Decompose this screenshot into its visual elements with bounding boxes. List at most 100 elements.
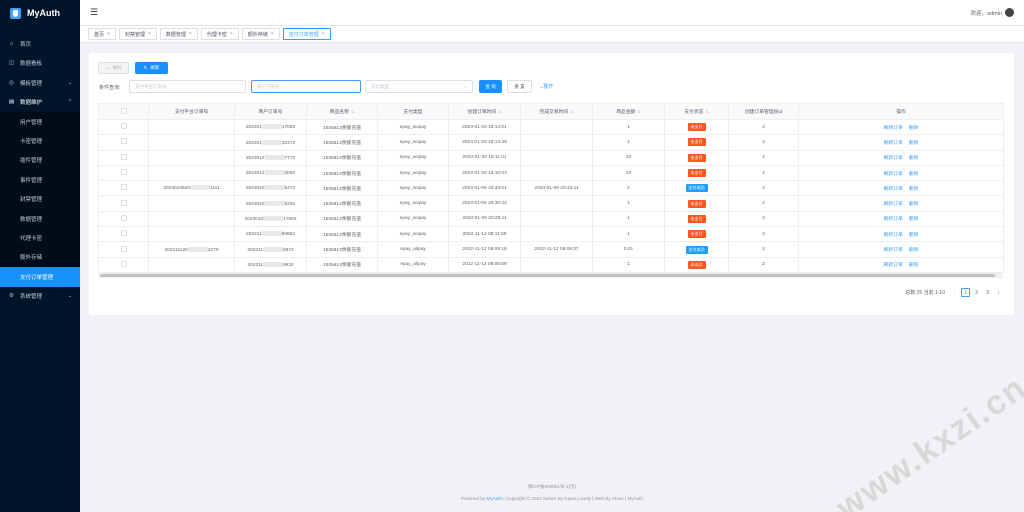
sidebar-item-plugins[interactable]: 插件管理: [0, 151, 80, 170]
menu-fold-icon[interactable]: ☰: [90, 7, 98, 18]
table-row[interactable]: 2023010 9292 1935613余额充值 epay_wxpay 2023-…: [98, 195, 1004, 212]
sort-icon[interactable]: ⇅: [705, 109, 708, 114]
row-checkbox[interactable]: [98, 226, 149, 243]
col-created[interactable]: 创建订单时间 ⇅: [448, 103, 521, 120]
delete-link[interactable]: 删除: [909, 233, 919, 238]
row-checkbox[interactable]: [98, 150, 149, 166]
cell-status: 未支付: [664, 134, 729, 151]
sort-icon[interactable]: ⇅: [498, 109, 501, 114]
col-status[interactable]: 支付状态 ⇅: [664, 103, 729, 120]
sidebar-item-agent-cards[interactable]: 代理卡密: [0, 228, 80, 247]
tab-data[interactable]: 数据管理 ×: [159, 28, 198, 40]
platform-order-input[interactable]: 支付平台订单号: [129, 80, 246, 93]
sidebar-item-system[interactable]: ⚙ 系统管理 ⌄: [0, 287, 80, 307]
sidebar-item-data[interactable]: ▤ 数据维护 ⌃: [0, 93, 80, 113]
col-platform-order: 支付平台订单号: [148, 103, 235, 120]
table-row[interactable]: 202211120 2270 202211 5872 1935613余额充值 epa…: [98, 241, 1004, 258]
row-checkbox[interactable]: [98, 257, 149, 273]
reorder-link[interactable]: 刷新订单: [884, 248, 903, 253]
sidebar-item-bans[interactable]: 封禁管理: [0, 190, 80, 209]
close-icon[interactable]: ×: [107, 31, 110, 37]
reorder-link[interactable]: 刷新订单: [884, 141, 903, 146]
row-checkbox[interactable]: [98, 241, 149, 258]
col-done[interactable]: 完成交易时间 ⇅: [520, 103, 593, 120]
delete-link[interactable]: 删除: [909, 141, 919, 146]
sidebar-item-storage[interactable]: 额外存储: [0, 248, 80, 267]
welcome-text[interactable]: 欢迎，admin: [971, 9, 1002, 17]
delete-link[interactable]: 删除: [909, 217, 919, 222]
col-product-name[interactable]: 商品名称 ⇅: [306, 103, 378, 120]
avatar[interactable]: [1005, 8, 1014, 17]
table-row[interactable]: 202211 98862 1935613余额充值 epay_wxpay 2022-…: [98, 226, 1004, 243]
col-amount[interactable]: 商品金额 ⇅: [592, 103, 665, 120]
reorder-link[interactable]: 刷新订单: [884, 156, 903, 161]
tab-agent-cards[interactable]: 代理卡密 ×: [200, 28, 239, 40]
reorder-link[interactable]: 刷新订单: [884, 233, 903, 238]
close-icon[interactable]: ×: [322, 31, 325, 37]
table-row[interactable]: 2023010620 1111 2023010 5472 1935613余额充值 e…: [98, 180, 1004, 197]
sort-icon[interactable]: ⇅: [351, 109, 354, 114]
close-icon[interactable]: ×: [148, 31, 151, 37]
delete-link[interactable]: 删除: [909, 126, 919, 131]
reorder-link[interactable]: 刷新订单: [884, 263, 903, 268]
reorder-link[interactable]: 刷新订单: [884, 187, 903, 192]
table-row[interactable]: 2023012 7772 1935613余额充值 epay_wxpay 2023-…: [98, 150, 1004, 166]
close-icon[interactable]: ×: [189, 31, 192, 37]
row-checkbox[interactable]: [98, 211, 149, 228]
table-row[interactable]: 202301 17062 1935613余额充值 epay_wxpay 2023-…: [98, 119, 1004, 136]
delete-link[interactable]: 删除: [909, 248, 919, 253]
tab-home[interactable]: 首页 ×: [88, 28, 116, 40]
page-1[interactable]: 1: [961, 288, 970, 297]
row-checkbox[interactable]: [98, 165, 149, 182]
sort-icon[interactable]: ⇅: [637, 109, 640, 114]
row-checkbox[interactable]: [98, 119, 149, 136]
merchant-order-input[interactable]: 商户订单号: [251, 80, 361, 93]
delete-link[interactable]: 删除: [909, 156, 919, 161]
brand-link[interactable]: MyAuth: [487, 496, 503, 501]
app-logo[interactable]: MyAuth: [0, 0, 80, 26]
cell-platform-order: [148, 257, 235, 273]
sidebar-item-users[interactable]: 用户管理: [0, 112, 80, 131]
select-all-checkbox[interactable]: [98, 103, 149, 120]
reorder-link[interactable]: 刷新订单: [884, 126, 903, 131]
sidebar-item-dashboard[interactable]: ◫ 数据看板: [0, 54, 80, 74]
sidebar-item-home[interactable]: ⌂ 首页: [0, 34, 80, 54]
row-checkbox[interactable]: [98, 180, 149, 197]
close-icon[interactable]: ×: [230, 31, 233, 37]
next-page-button[interactable]: ›: [994, 288, 1003, 297]
sidebar-item-template[interactable]: ◎ 模板管理 ⌄: [0, 73, 80, 93]
row-checkbox[interactable]: [98, 134, 149, 151]
table-row[interactable]: 2023012 3092 1935613余额充值 epay_wxpay 2023-…: [98, 165, 1004, 182]
page-3[interactable]: 3: [983, 288, 992, 297]
delete-button[interactable]: — 删除: [98, 62, 129, 74]
tab-pay-orders[interactable]: 支付订单管理 ×: [282, 28, 331, 40]
table-row[interactable]: 202301 32372 1935613余额充值 epay_wxpay 2023-…: [98, 134, 1004, 151]
sidebar-item-events[interactable]: 事件管理: [0, 170, 80, 189]
reorder-link[interactable]: 刷新订单: [884, 202, 903, 207]
sort-icon[interactable]: ⇅: [570, 109, 573, 114]
table-row[interactable]: 2023010 17692 1935613余额充值 epay_wxpay 2023…: [98, 211, 1004, 228]
table-row[interactable]: 202211 9932 1935613余额充值 epay_alipay 2022-…: [98, 257, 1004, 273]
reorder-link[interactable]: 刷新订单: [884, 217, 903, 222]
reorder-link[interactable]: 刷新订单: [884, 172, 903, 177]
delete-link[interactable]: 删除: [909, 202, 919, 207]
row-checkbox[interactable]: [98, 195, 149, 212]
pay-type-select[interactable]: 支付类型 ⌄: [365, 80, 473, 93]
close-icon[interactable]: ×: [271, 31, 274, 37]
delete-link[interactable]: 删除: [909, 172, 919, 177]
tab-bans[interactable]: 封禁管理 ×: [118, 28, 157, 40]
prev-page-button[interactable]: ‹: [950, 288, 959, 297]
reset-button[interactable]: 重 置: [507, 80, 532, 93]
sidebar-item-pay-orders[interactable]: 支付订单管理: [0, 267, 80, 287]
delete-link[interactable]: 删除: [909, 263, 919, 268]
search-button[interactable]: 查 询: [479, 80, 502, 93]
sidebar-item-datamgmt[interactable]: 数据管理: [0, 209, 80, 228]
refresh-button[interactable]: ↻ 刷新: [135, 62, 168, 74]
page-2[interactable]: 2: [972, 288, 981, 297]
horizontal-scrollbar[interactable]: [98, 273, 1003, 278]
scrollbar-thumb[interactable]: [100, 274, 995, 277]
sidebar-item-cards[interactable]: 卡密管理: [0, 131, 80, 150]
expand-link[interactable]: ⌄展开: [539, 83, 553, 90]
delete-link[interactable]: 删除: [909, 187, 919, 192]
tab-storage[interactable]: 额外存储 ×: [241, 28, 280, 40]
